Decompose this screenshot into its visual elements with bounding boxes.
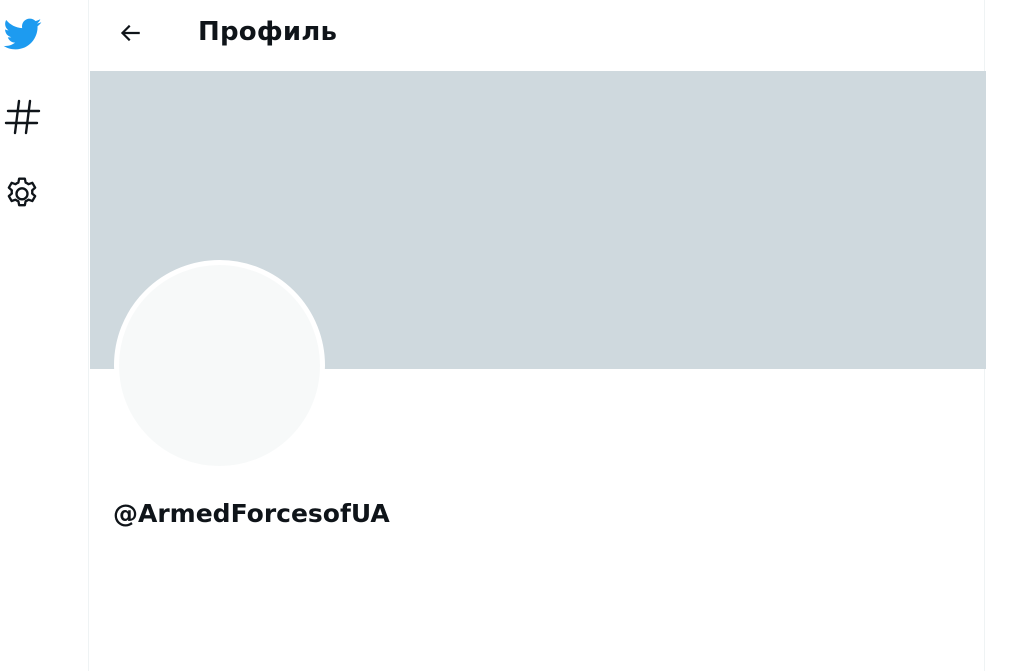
twitter-bird-icon <box>3 18 42 50</box>
twitter-logo-link[interactable] <box>0 12 44 56</box>
left-nav <box>0 0 88 671</box>
avatar[interactable] <box>114 260 325 471</box>
profile-handle: @ArmedForcesofUA <box>113 499 390 528</box>
explore-link[interactable] <box>0 94 44 138</box>
settings-link[interactable] <box>0 170 44 214</box>
profile-header: Профиль <box>89 0 984 71</box>
gear-icon <box>7 177 37 207</box>
profile-column: Профиль @ArmedForcesofUA <box>88 0 986 671</box>
page-title: Профиль <box>198 17 338 47</box>
arrow-left-icon <box>120 24 140 42</box>
hashtag-icon <box>4 99 41 135</box>
back-button[interactable] <box>113 16 147 50</box>
